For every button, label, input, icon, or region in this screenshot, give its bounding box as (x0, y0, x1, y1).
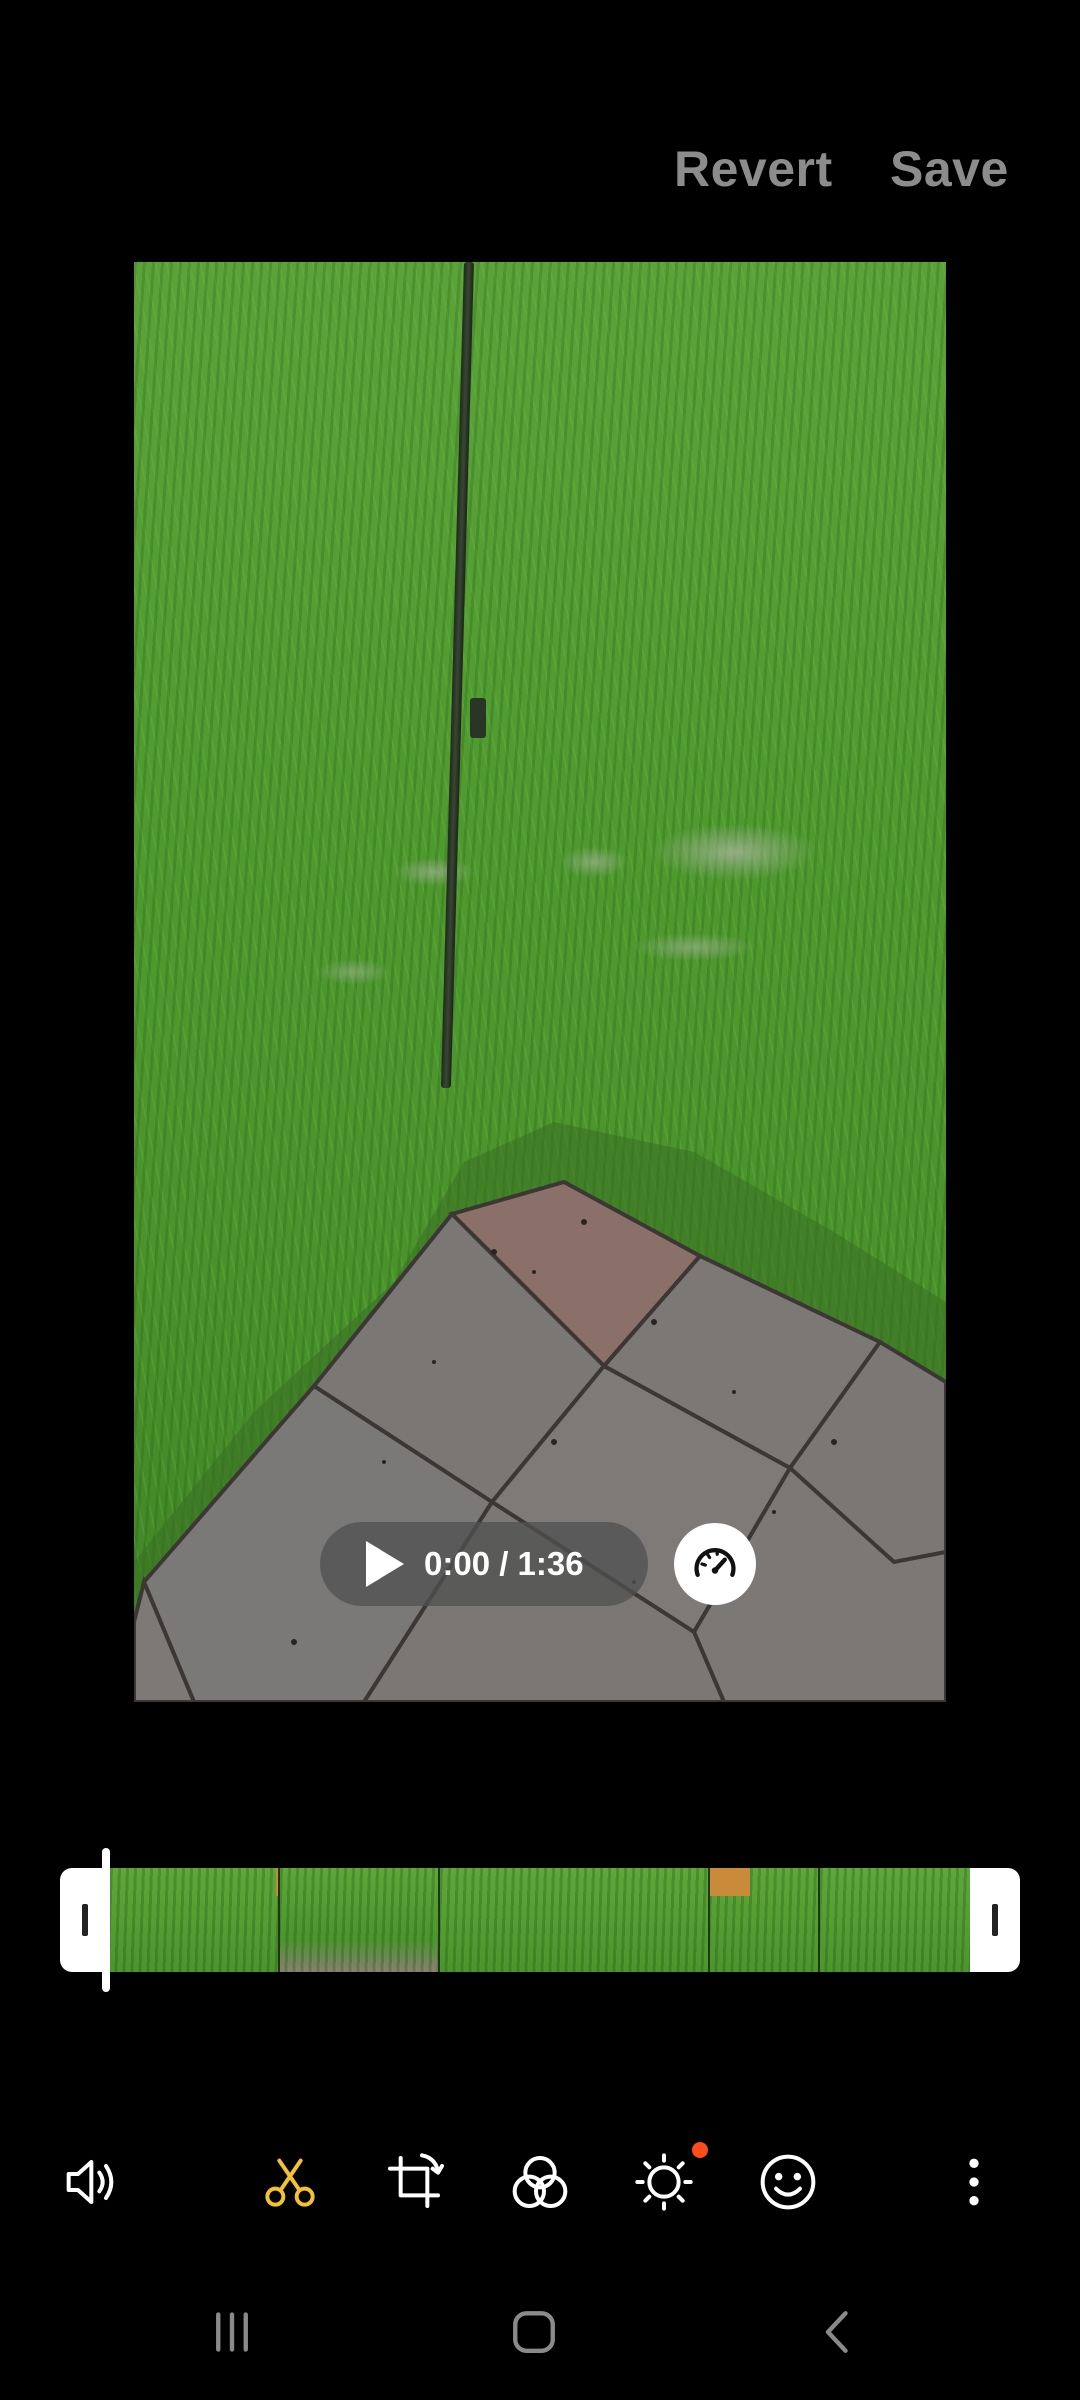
brightness-adjust-icon (635, 2153, 693, 2211)
trim-scissors-icon (265, 2158, 315, 2207)
playhead[interactable] (102, 1848, 110, 1992)
trim-timeline[interactable] (60, 1848, 1020, 1992)
play-pause-control[interactable]: 0:00 / 1:36 (320, 1522, 648, 1606)
sticker-button[interactable] (752, 2146, 824, 2218)
save-button[interactable]: Save (890, 140, 1009, 198)
filmstrip-frame (440, 1868, 710, 1972)
filmstrip-frame (710, 1868, 820, 1972)
playback-speed-button[interactable] (674, 1523, 756, 1605)
more-options-icon (969, 2158, 979, 2206)
play-icon[interactable] (366, 1541, 404, 1587)
sticker-emoji-icon (760, 2154, 816, 2210)
adjust-button[interactable] (628, 2146, 700, 2218)
more-options-button[interactable] (938, 2146, 1010, 2218)
trim-button[interactable] (254, 2146, 326, 2218)
filmstrip-frame (820, 1868, 970, 1972)
volume-icon (66, 2160, 114, 2204)
speedometer-icon (694, 1548, 736, 1577)
filmstrip-frame (110, 1868, 300, 1972)
playback-time: 0:00 / 1:36 (424, 1545, 584, 1582)
crop-rotate-button[interactable] (378, 2146, 450, 2218)
filmstrip[interactable] (110, 1868, 970, 1972)
filters-button[interactable] (504, 2146, 576, 2218)
revert-button[interactable]: Revert (674, 140, 833, 198)
crop-rotate-icon (388, 2153, 444, 2208)
video-preview[interactable]: 0:00 / 1:36 (134, 262, 946, 1702)
home-button[interactable] (494, 2300, 574, 2364)
back-button[interactable] (798, 2300, 878, 2364)
back-icon (825, 2311, 848, 2353)
home-icon (513, 2311, 555, 2353)
recents-button[interactable] (192, 2300, 272, 2364)
trim-end-handle[interactable] (970, 1868, 1020, 1972)
video-frame-image (134, 262, 946, 1702)
recents-icon (216, 2312, 248, 2352)
filters-icon (512, 2156, 568, 2208)
filmstrip-frame (280, 1868, 440, 1972)
volume-button[interactable] (54, 2146, 126, 2218)
adjust-badge (692, 2142, 708, 2158)
